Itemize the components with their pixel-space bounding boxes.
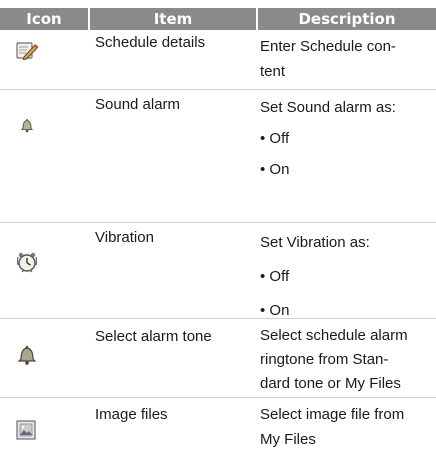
description-line: My Files: [260, 431, 316, 448]
table-row-item: Vibration: [95, 229, 154, 246]
description-line: Select schedule alarm: [260, 327, 408, 344]
table-row-description: Select schedule alarm ringtone from Stan…: [260, 324, 436, 396]
image-file-icon: [14, 418, 40, 444]
description-line: Set Vibration as:: [260, 234, 370, 251]
description-line: • On: [260, 302, 290, 319]
bell-icon: [14, 341, 40, 367]
header-icon: Icon: [0, 8, 88, 30]
row-divider: [0, 89, 436, 90]
description-line: • Off: [260, 268, 290, 285]
description-line: • On: [260, 161, 290, 178]
description-line: Select image file from: [260, 406, 405, 423]
table-row-item: Image files: [95, 406, 168, 423]
row-divider: [0, 397, 436, 398]
description-line: dard tone or My Files: [260, 375, 401, 392]
description-line: tent: [260, 63, 286, 80]
table-row-description: Set Sound alarm as: • Off • On: [260, 92, 436, 185]
row-divider: [0, 222, 436, 223]
header-item: Item: [90, 8, 256, 30]
table-row-description: Enter Schedule con- tent: [260, 38, 436, 84]
options-table: Icon Item Description Schedule details E…: [0, 0, 436, 461]
description-line: • Off: [260, 130, 290, 147]
header-description: Description: [258, 8, 436, 30]
table-row-item: Schedule details: [95, 34, 206, 51]
table-row-description: Set Vibration as: • Off • On: [260, 226, 436, 328]
description-line: Enter Schedule con-: [260, 38, 396, 55]
vibration-alarm-clock-icon: [14, 249, 40, 275]
row-divider: [0, 318, 436, 319]
description-line: Set Sound alarm as:: [260, 99, 396, 116]
table-row-item: Select alarm tone: [95, 328, 212, 345]
description-line: ringtone from Stan-: [260, 351, 389, 368]
table-row-description: Select image file from My Files: [260, 402, 436, 452]
notepad-pencil-icon: [14, 37, 40, 63]
table-row-item: Sound alarm: [95, 96, 181, 113]
bell-small-icon: [17, 115, 43, 141]
